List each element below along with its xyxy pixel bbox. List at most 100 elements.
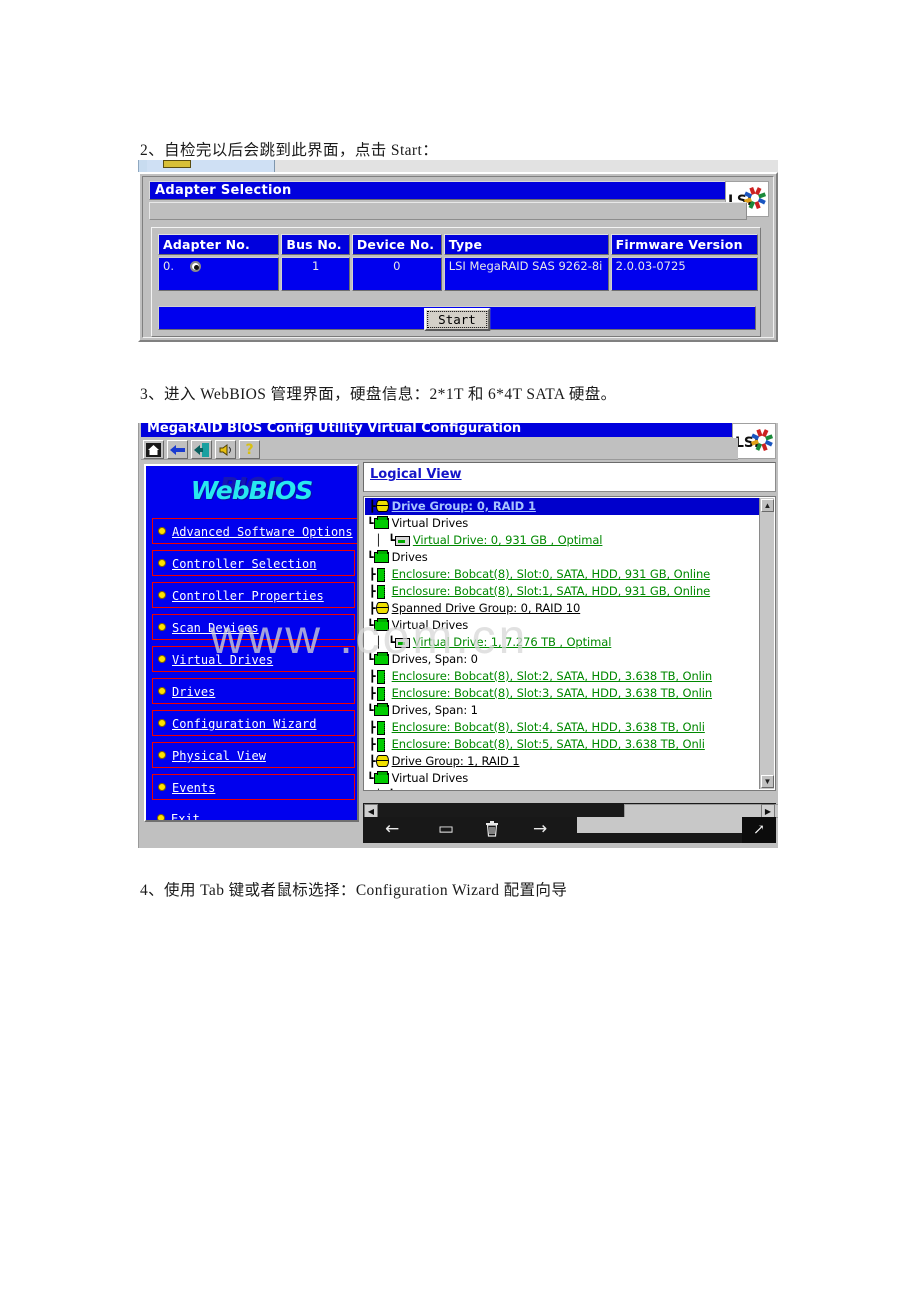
bullet-icon: [158, 783, 166, 791]
hdd-icon: [376, 738, 389, 752]
tree-connector: ┗: [367, 653, 374, 666]
tree-row-label: Virtual Drive: 0, 931 GB , Optimal: [412, 533, 603, 547]
tree-row-label: Drive Group: 0, RAID 1: [391, 499, 536, 513]
back-arrow-icon[interactable]: ←: [385, 821, 399, 838]
sidebar-item-label: Physical View: [172, 749, 266, 763]
window-strip: [138, 160, 778, 172]
tree-row-label: Enclosure: Bobcat(8), Slot:0, SATA, HDD,…: [391, 567, 711, 581]
tree-row[interactable]: ┣ Enclosure: Bobcat(8), Slot:4, SATA, HDD…: [365, 719, 759, 736]
tree-row[interactable]: ┣ Enclosure: Bobcat(8), Slot:0, SATA, HDD…: [365, 566, 759, 583]
tree-row-label: Drives: [391, 550, 428, 564]
tree-row[interactable]: ┣ Enclosure: Bobcat(8), Slot:2, SATA, HDD…: [365, 668, 759, 685]
tree-row-label: Enclosure: Bobcat(8), Slot:4, SATA, HDD,…: [391, 720, 705, 734]
adapter-table: Adapter No. Bus No. Device No. Type Firm…: [156, 232, 760, 293]
hdd-icon: [376, 721, 389, 735]
tree-row[interactable]: ┣ Spanned Drive Group: 0, RAID 10: [365, 600, 759, 617]
window-tab-icon: [163, 160, 191, 168]
sidebar-item-label: Advanced Software Options: [172, 525, 353, 539]
sidebar-item-events[interactable]: Events: [152, 774, 355, 800]
table-header-row: Adapter No. Bus No. Device No. Type Firm…: [158, 234, 758, 255]
sidebar-item-controller-properties[interactable]: Controller Properties: [152, 582, 355, 608]
webbios-screenshot: MegaRAID BIOS Config Utility Virtual Con…: [138, 423, 778, 848]
tree-row[interactable]: │ ┗ Virtual Drive: 2, 3.638 TB , Optimal: [365, 787, 759, 790]
scroll-up-icon[interactable]: ▲: [761, 499, 774, 512]
col-type: Type: [443, 234, 609, 255]
tree-row-label: Virtual Drives: [391, 618, 469, 632]
tree-row[interactable]: ┗ Virtual Drives: [365, 617, 759, 634]
tree-connector: ┣: [369, 500, 376, 513]
sidebar-item-label: Controller Selection: [172, 557, 317, 571]
cell-firmware-version: 2.0.03-0725: [610, 257, 758, 291]
sidebar-item-drives[interactable]: Drives: [152, 678, 355, 704]
tree-row[interactable]: │ ┗ Virtual Drive: 0, 931 GB , Optimal: [365, 532, 759, 549]
sidebar-item-physical-view[interactable]: Physical View: [152, 742, 355, 768]
bullet-icon: [158, 591, 166, 599]
sidebar-item-label: Scan Devices: [172, 621, 259, 635]
logical-view-tree[interactable]: ┣ Drive Group: 0, RAID 1 ┗ Virtual Drives │ …: [365, 498, 759, 790]
tree-connector: │ ┗: [375, 534, 395, 547]
disk-icon: [375, 755, 389, 767]
adapter-radio[interactable]: [189, 261, 201, 272]
tree-connector: ┗: [367, 517, 374, 530]
logical-view-title: Logical View: [370, 467, 462, 482]
col-adapter-no: Adapter No.: [158, 234, 280, 255]
adapter-subbar: [149, 202, 747, 220]
sidebar-item-label: Configuration Wizard: [172, 717, 317, 731]
folder-icon: [373, 771, 389, 784]
tree-vertical-scrollbar[interactable]: ▲ ▼: [759, 498, 774, 789]
window-tab[interactable]: [147, 160, 275, 172]
adapter-window-inner: Adapter Selection LSI Adapter No. Bus No…: [142, 176, 774, 338]
tree-row[interactable]: ┗ Drives, Span: 0: [365, 651, 759, 668]
table-row[interactable]: 0. 1 0 LSI MegaRAID SAS 9262-8i 2.0.03-0…: [158, 257, 758, 291]
window-icon[interactable]: ▭: [438, 821, 454, 838]
sidebar-item-advanced-software-options[interactable]: Advanced Software Options: [152, 518, 357, 544]
doc-line-step-4: 4、使用 Tab 键或者鼠标选择：Configuration Wizard 配置…: [140, 882, 568, 899]
start-row: Start: [158, 306, 756, 331]
tree-row[interactable]: ┣ Enclosure: Bobcat(8), Slot:3, SATA, HDD…: [365, 685, 759, 702]
webbios-body: BIOS WebBIOS Advanced Software Options C…: [141, 462, 778, 846]
tree-row[interactable]: ┗ Virtual Drives: [365, 515, 759, 532]
hscroll-thumb[interactable]: [624, 804, 778, 818]
scroll-down-icon[interactable]: ▼: [761, 775, 774, 788]
bullet-icon: [158, 527, 166, 535]
tree-row[interactable]: ┣ Enclosure: Bobcat(8), Slot:5, SATA, HDD…: [365, 736, 759, 753]
lsi-logo: LSI: [732, 423, 776, 459]
sidebar-item-virtual-drives[interactable]: Virtual Drives: [152, 646, 355, 672]
help-icon[interactable]: ?: [239, 440, 260, 459]
tree-row[interactable]: ┣ Enclosure: Bobcat(8), Slot:1, SATA, HDD…: [365, 583, 759, 600]
cell-adapter-no[interactable]: 0.: [158, 257, 280, 291]
sidebar-item-scan-devices[interactable]: Scan Devices: [152, 614, 355, 640]
tree-connector: ┣: [369, 687, 376, 700]
logical-view-header: Logical View: [363, 462, 776, 492]
sidebar-item-configuration-wizard[interactable]: Configuration Wizard: [152, 710, 355, 736]
adapter-table-wrapper: Adapter No. Bus No. Device No. Type Firm…: [151, 227, 761, 337]
speaker-icon[interactable]: [215, 440, 236, 459]
hdd-icon: [376, 585, 389, 599]
trash-icon[interactable]: [485, 821, 499, 841]
tree-connector: ┗: [367, 772, 374, 785]
hdd-icon: [376, 568, 389, 582]
forward-arrow-icon[interactable]: →: [533, 821, 547, 838]
sidebar-item-exit[interactable]: Exit: [152, 806, 355, 820]
tree-row[interactable]: ┣ Drive Group: 1, RAID 1: [365, 753, 759, 770]
doc-line-step-2: 2、自检完以后会跳到此界面，点击 Start：: [140, 142, 439, 159]
folder-icon: [373, 550, 389, 563]
tree-row[interactable]: ┗ Drives, Span: 1: [365, 702, 759, 719]
tree-row-label: Drives, Span: 1: [391, 703, 478, 717]
back-arrow-icon[interactable]: [167, 440, 188, 459]
sidebar-item-controller-selection[interactable]: Controller Selection: [152, 550, 355, 576]
home-icon[interactable]: [143, 440, 164, 459]
tree-row[interactable]: ┣ Drive Group: 0, RAID 1: [365, 498, 759, 515]
exit-door-icon[interactable]: [191, 440, 212, 459]
col-firmware-version: Firmware Version: [610, 234, 758, 255]
tree-row-label: Virtual Drives: [391, 516, 469, 530]
bullet-icon: [158, 559, 166, 567]
tree-row[interactable]: ┗ Virtual Drives: [365, 770, 759, 787]
bottom-selection-band: [577, 817, 757, 833]
sidebar-item-label: Controller Properties: [172, 589, 324, 603]
start-button[interactable]: Start: [424, 308, 490, 331]
tree-row[interactable]: │ ┗ Virtual Drive: 1, 7.276 TB , Optimal: [365, 634, 759, 651]
resize-grip-icon[interactable]: ↗: [742, 817, 776, 843]
disk-icon: [375, 602, 389, 614]
tree-row[interactable]: ┗ Drives: [365, 549, 759, 566]
